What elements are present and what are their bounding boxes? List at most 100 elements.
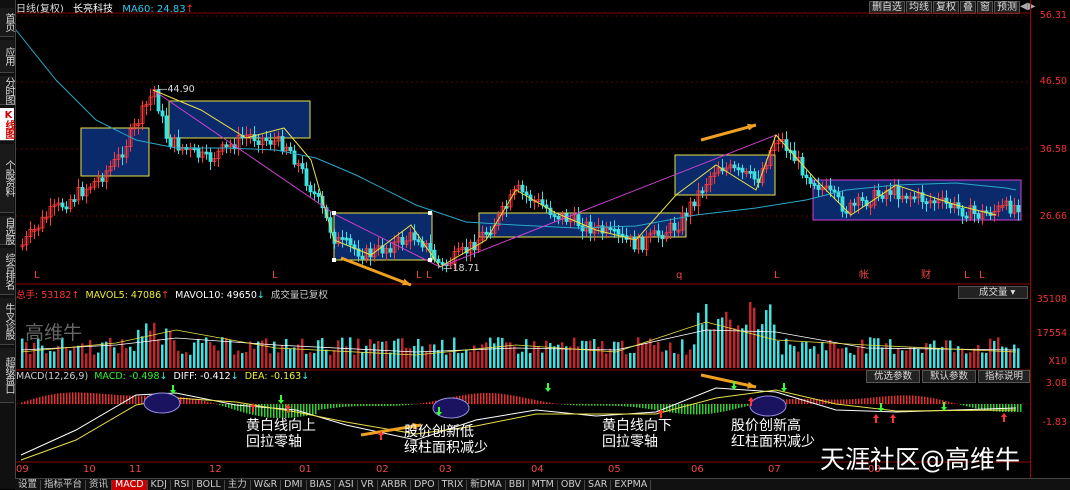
faint-watermark: 高维牛 <box>25 318 82 345</box>
indicator-select-value: 成交量 <box>979 287 1008 298</box>
macd-bar <box>570 404 572 405</box>
macd-bar <box>279 404 281 418</box>
candle-body <box>485 232 488 234</box>
candle-body <box>841 197 844 211</box>
macd-bar <box>690 404 692 414</box>
volume-bar <box>797 352 800 368</box>
candle-body <box>197 148 200 157</box>
macd-bar <box>270 404 272 418</box>
macd-bar <box>717 404 719 413</box>
macd-bar <box>264 404 266 417</box>
macd-bar <box>222 404 224 406</box>
volume-bar <box>225 338 228 368</box>
volume-bar <box>317 340 320 368</box>
optimal-params-button[interactable]: 优选参数 <box>866 370 920 383</box>
volume-bar <box>817 354 820 368</box>
candle-body <box>301 164 304 169</box>
volume-bar <box>981 352 984 368</box>
macd-bar <box>651 404 653 409</box>
volume-bar <box>489 338 492 368</box>
volume-bar <box>813 346 816 368</box>
volume-bar <box>857 347 860 368</box>
candle-body <box>965 216 968 218</box>
macd-bar <box>600 404 602 406</box>
candle-body <box>257 141 260 145</box>
sidebar-item-5[interactable]: 自选股 <box>0 216 14 245</box>
sidebar-item-4[interactable]: 个股资料 <box>0 144 14 213</box>
macd-bar <box>384 404 386 406</box>
volume-bar <box>549 343 552 368</box>
volume-bar <box>681 339 684 368</box>
sidebar-item-6[interactable]: 综合排名 <box>0 248 14 295</box>
macd-bar <box>429 402 431 404</box>
macd-bar <box>897 395 899 404</box>
volume-status: 成交量已复权 <box>271 290 328 301</box>
volume-bar <box>325 350 328 368</box>
candle-body <box>701 191 704 193</box>
volume-bar <box>101 343 104 368</box>
volume-bar <box>897 348 900 368</box>
macd-name: MACD(12,26,9) <box>16 371 88 382</box>
volume-tick-label: 17554 <box>1037 328 1067 339</box>
macd-bar <box>42 396 44 404</box>
macd-bar <box>375 404 377 406</box>
macd-bar <box>303 404 305 416</box>
macd-bar <box>654 404 656 410</box>
macd-bar <box>60 393 62 404</box>
macd-bar <box>867 398 869 404</box>
macd-bar <box>57 393 59 404</box>
event-marker: L <box>34 270 40 281</box>
candle-body <box>401 237 404 244</box>
sidebar-item-0[interactable]: 首页 <box>0 8 14 37</box>
macd-bar <box>741 404 743 407</box>
volume-bar <box>309 352 312 368</box>
macd-value: MACD: -0.498 <box>94 371 159 382</box>
volume-bar <box>985 353 988 368</box>
macd-bar <box>267 404 269 417</box>
volume-bar <box>261 340 264 368</box>
volume-bar <box>997 337 1000 368</box>
default-params-button[interactable]: 默认参数 <box>922 370 976 383</box>
macd-bar <box>1017 404 1019 412</box>
sidebar-item-3[interactable]: K线图 <box>0 108 14 141</box>
sidebar-item-7[interactable]: 牛叉诊股 <box>0 298 14 345</box>
candle-body <box>369 249 372 257</box>
macd-bar <box>822 399 824 404</box>
volume-bar <box>961 348 964 368</box>
volume-bar <box>441 340 444 368</box>
indicator-help-button[interactable]: 指标说明 <box>978 370 1030 383</box>
candle-body <box>753 172 756 179</box>
candle-body <box>81 187 84 195</box>
indicator-select[interactable]: 成交量 ▾ <box>958 286 1028 299</box>
diff-value: DIFF: -0.412 <box>174 371 231 382</box>
candle-body <box>557 216 560 219</box>
price-tick-label: 56.31 <box>1040 10 1067 21</box>
volume-bar <box>733 328 736 368</box>
sidebar-item-2[interactable]: 分时图 <box>0 76 14 105</box>
macd-bar <box>564 404 566 405</box>
macd-bar <box>888 396 890 404</box>
signal-arrow <box>890 414 896 418</box>
candle-body <box>389 249 392 253</box>
macd-bar <box>492 393 494 404</box>
volume-bar <box>641 344 644 368</box>
macd-bar <box>327 404 329 409</box>
sidebar-item-8[interactable]: 超级盘口 <box>0 348 14 403</box>
sidebar-item-1[interactable]: 应用 <box>0 40 14 73</box>
volume-bar <box>209 342 212 368</box>
macd-bar <box>663 404 665 411</box>
macd-bar <box>714 404 716 413</box>
macd-bar <box>1020 404 1022 412</box>
macd-bar <box>330 404 332 408</box>
volume-bar <box>729 320 732 368</box>
macd-bar <box>522 397 524 404</box>
macd-bar <box>474 394 476 404</box>
volume-bar <box>849 353 852 368</box>
volume-tick-label: 35108 <box>1037 294 1067 305</box>
candle-body <box>737 168 740 170</box>
macd-bar <box>201 400 203 404</box>
volume-bar <box>413 346 416 368</box>
candle-body <box>417 240 420 242</box>
macd-bar <box>948 402 950 404</box>
candle-body <box>553 215 556 217</box>
